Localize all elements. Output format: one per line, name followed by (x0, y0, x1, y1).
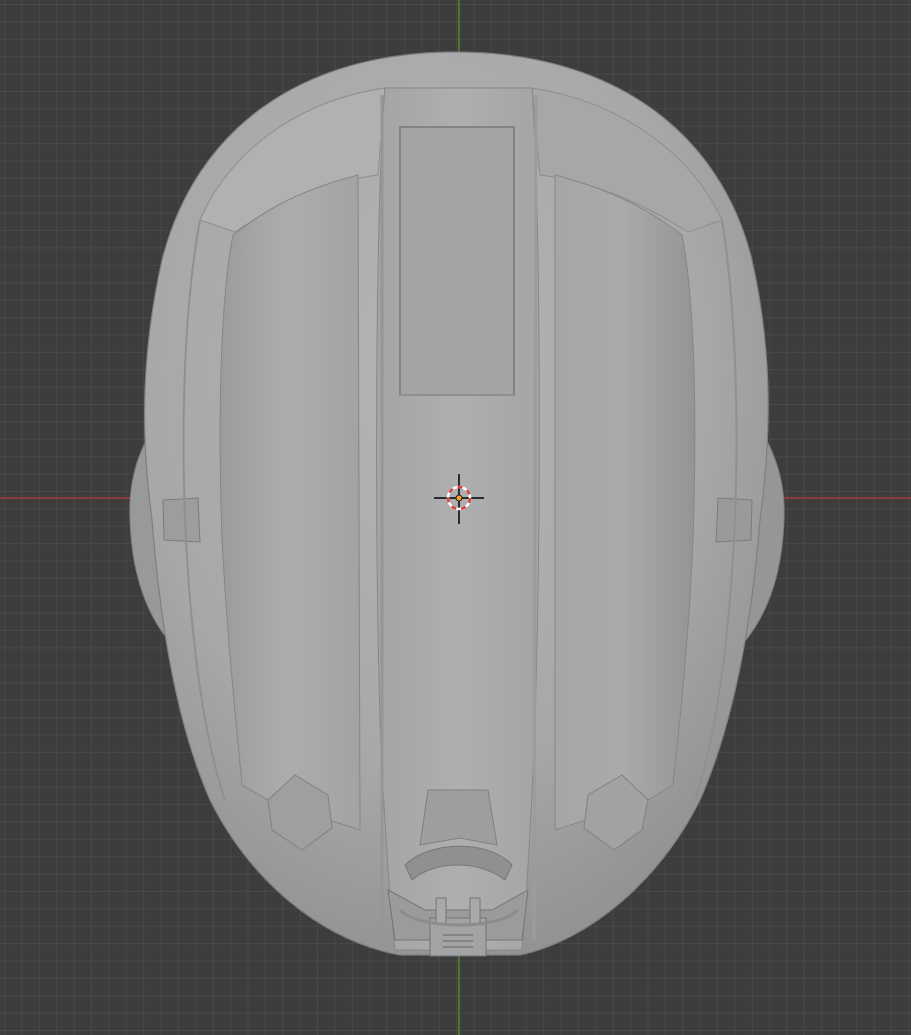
helmet-mesh[interactable] (130, 52, 784, 956)
left-side-panel (220, 175, 360, 830)
object-origin-icon (456, 495, 462, 501)
chin-notch (420, 790, 497, 845)
left-side-clip (163, 498, 200, 542)
right-side-panel (555, 175, 695, 830)
top-vent-plate (400, 127, 514, 395)
center-strip-right-ridge (534, 95, 536, 940)
3d-viewport[interactable] (0, 0, 911, 1035)
